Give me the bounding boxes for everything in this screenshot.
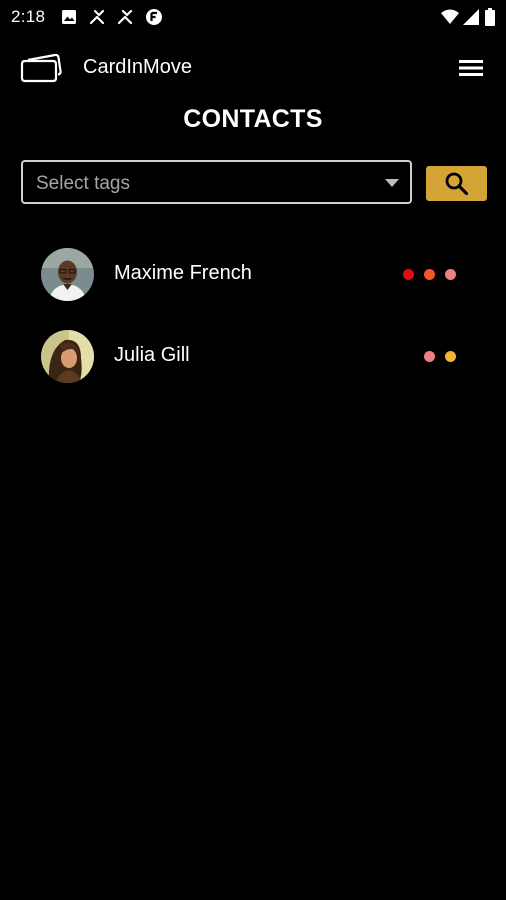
contact-name: Julia Gill (114, 344, 190, 366)
contact-row[interactable]: Maxime French (0, 244, 506, 304)
page-title: CONTACTS (183, 105, 323, 133)
contact-tags (424, 351, 456, 362)
contact-name: Maxime French (114, 262, 252, 284)
tag-dot (424, 351, 435, 362)
app-title: CardInMove (83, 56, 192, 78)
hamburger-menu-icon[interactable] (451, 54, 491, 82)
tag-select-placeholder: Select tags (36, 173, 130, 194)
avatar-photo (41, 330, 94, 383)
tag-dot (445, 269, 456, 280)
tag-dot (403, 269, 414, 280)
status-time: 2:18 (11, 7, 46, 26)
cellular-signal-icon (462, 8, 480, 26)
cards-logo-icon[interactable] (19, 51, 65, 85)
image-notification-icon (60, 8, 78, 26)
avatar-photo (41, 248, 94, 301)
contact-tags (403, 269, 456, 280)
status-bar: 2:18 (0, 0, 506, 34)
tool-notification-icon (88, 8, 106, 26)
contact-row[interactable]: Julia Gill (0, 326, 506, 386)
tag-select[interactable]: Select tags (21, 160, 412, 204)
tag-dot (424, 269, 435, 280)
app-header: CardInMove (0, 40, 506, 96)
tag-dot (445, 351, 456, 362)
tool-notification-icon (116, 8, 134, 26)
battery-icon (484, 8, 496, 26)
wifi-icon (440, 8, 460, 26)
round-logo-notification-icon (145, 8, 163, 26)
dropdown-arrow-icon (385, 179, 399, 187)
search-icon (444, 171, 469, 196)
search-button[interactable] (426, 166, 487, 201)
